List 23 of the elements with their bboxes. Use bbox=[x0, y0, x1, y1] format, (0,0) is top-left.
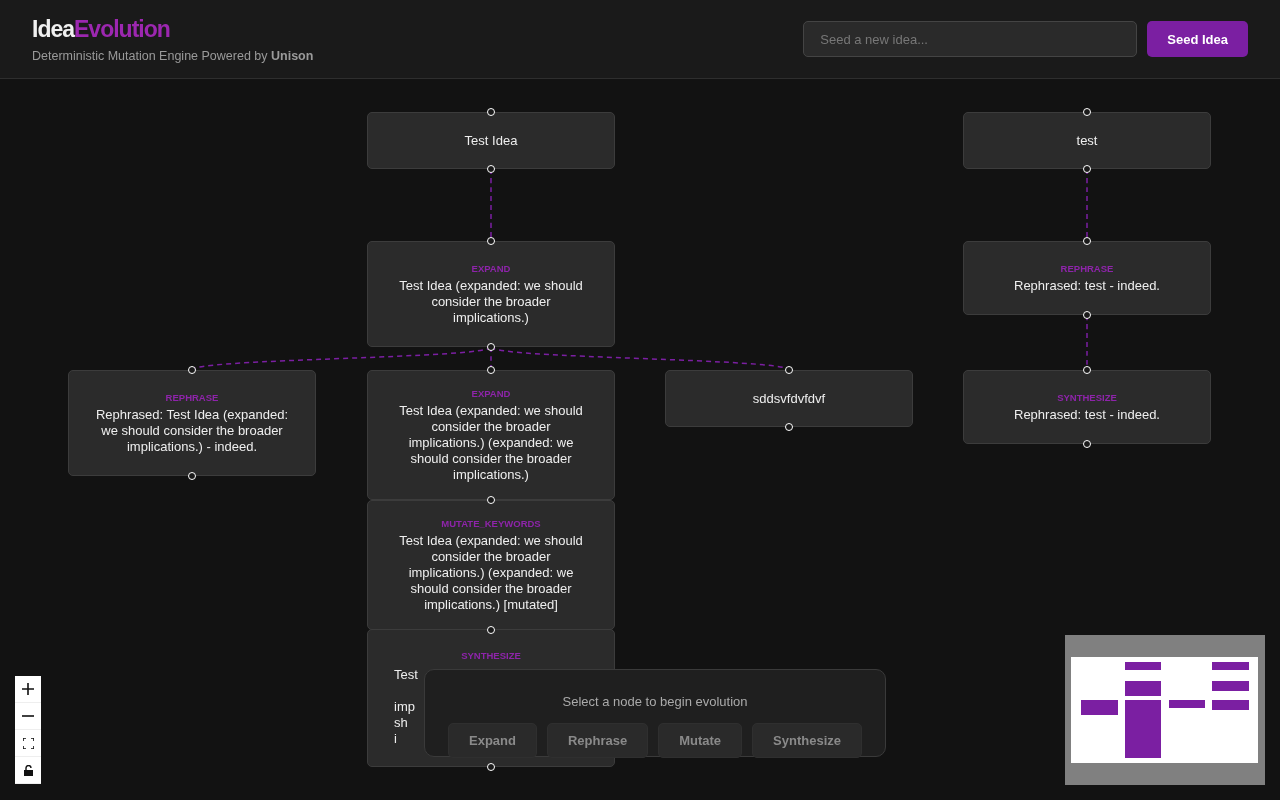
node-text: Rephrased: test - indeed. bbox=[1014, 406, 1160, 423]
node-text: Test Idea (expanded: we should consider the broader implications.) bbox=[398, 277, 584, 326]
node-text: sddsvfdvfdvf bbox=[752, 390, 826, 407]
node-text: Test Idea bbox=[464, 132, 518, 149]
panel-prompt: Select a node to begin evolution bbox=[562, 694, 748, 709]
operation-label: REPHRASE bbox=[1060, 262, 1114, 274]
node-text: test bbox=[1076, 132, 1098, 149]
operation-label: EXPAND bbox=[471, 262, 511, 274]
node-text: Rephrased: Test Idea (expanded: we should consider the broader implications.) - indeed. bbox=[95, 406, 289, 455]
node-text: Test Idea (expanded: we should consider the broader implications.) (expanded: we should consider the broader implications.) [mutated] bbox=[398, 532, 584, 613]
operation-label: REPHRASE bbox=[165, 391, 219, 403]
node-text: Test bbox=[394, 666, 418, 683]
node-text: Test Idea (expanded: we should consider the broader implications.) (expanded: we should consider the broader implications.) bbox=[398, 402, 584, 483]
operation-label: SYNTHESIZE bbox=[1057, 391, 1117, 403]
app-title: IdeaEvolution bbox=[32, 15, 171, 43]
operation-label: MUTATE_KEYWORDS bbox=[441, 517, 541, 529]
node-text: sh bbox=[394, 714, 408, 731]
operation-label: SYNTHESIZE bbox=[461, 649, 521, 661]
node-text: imp bbox=[394, 698, 415, 715]
operation-label: EXPAND bbox=[471, 387, 511, 399]
node-text: i bbox=[394, 730, 397, 747]
node-text: Rephrased: test - indeed. bbox=[1014, 277, 1160, 294]
app-subtitle: Deterministic Mutation Engine Powered by Unison bbox=[32, 48, 314, 63]
